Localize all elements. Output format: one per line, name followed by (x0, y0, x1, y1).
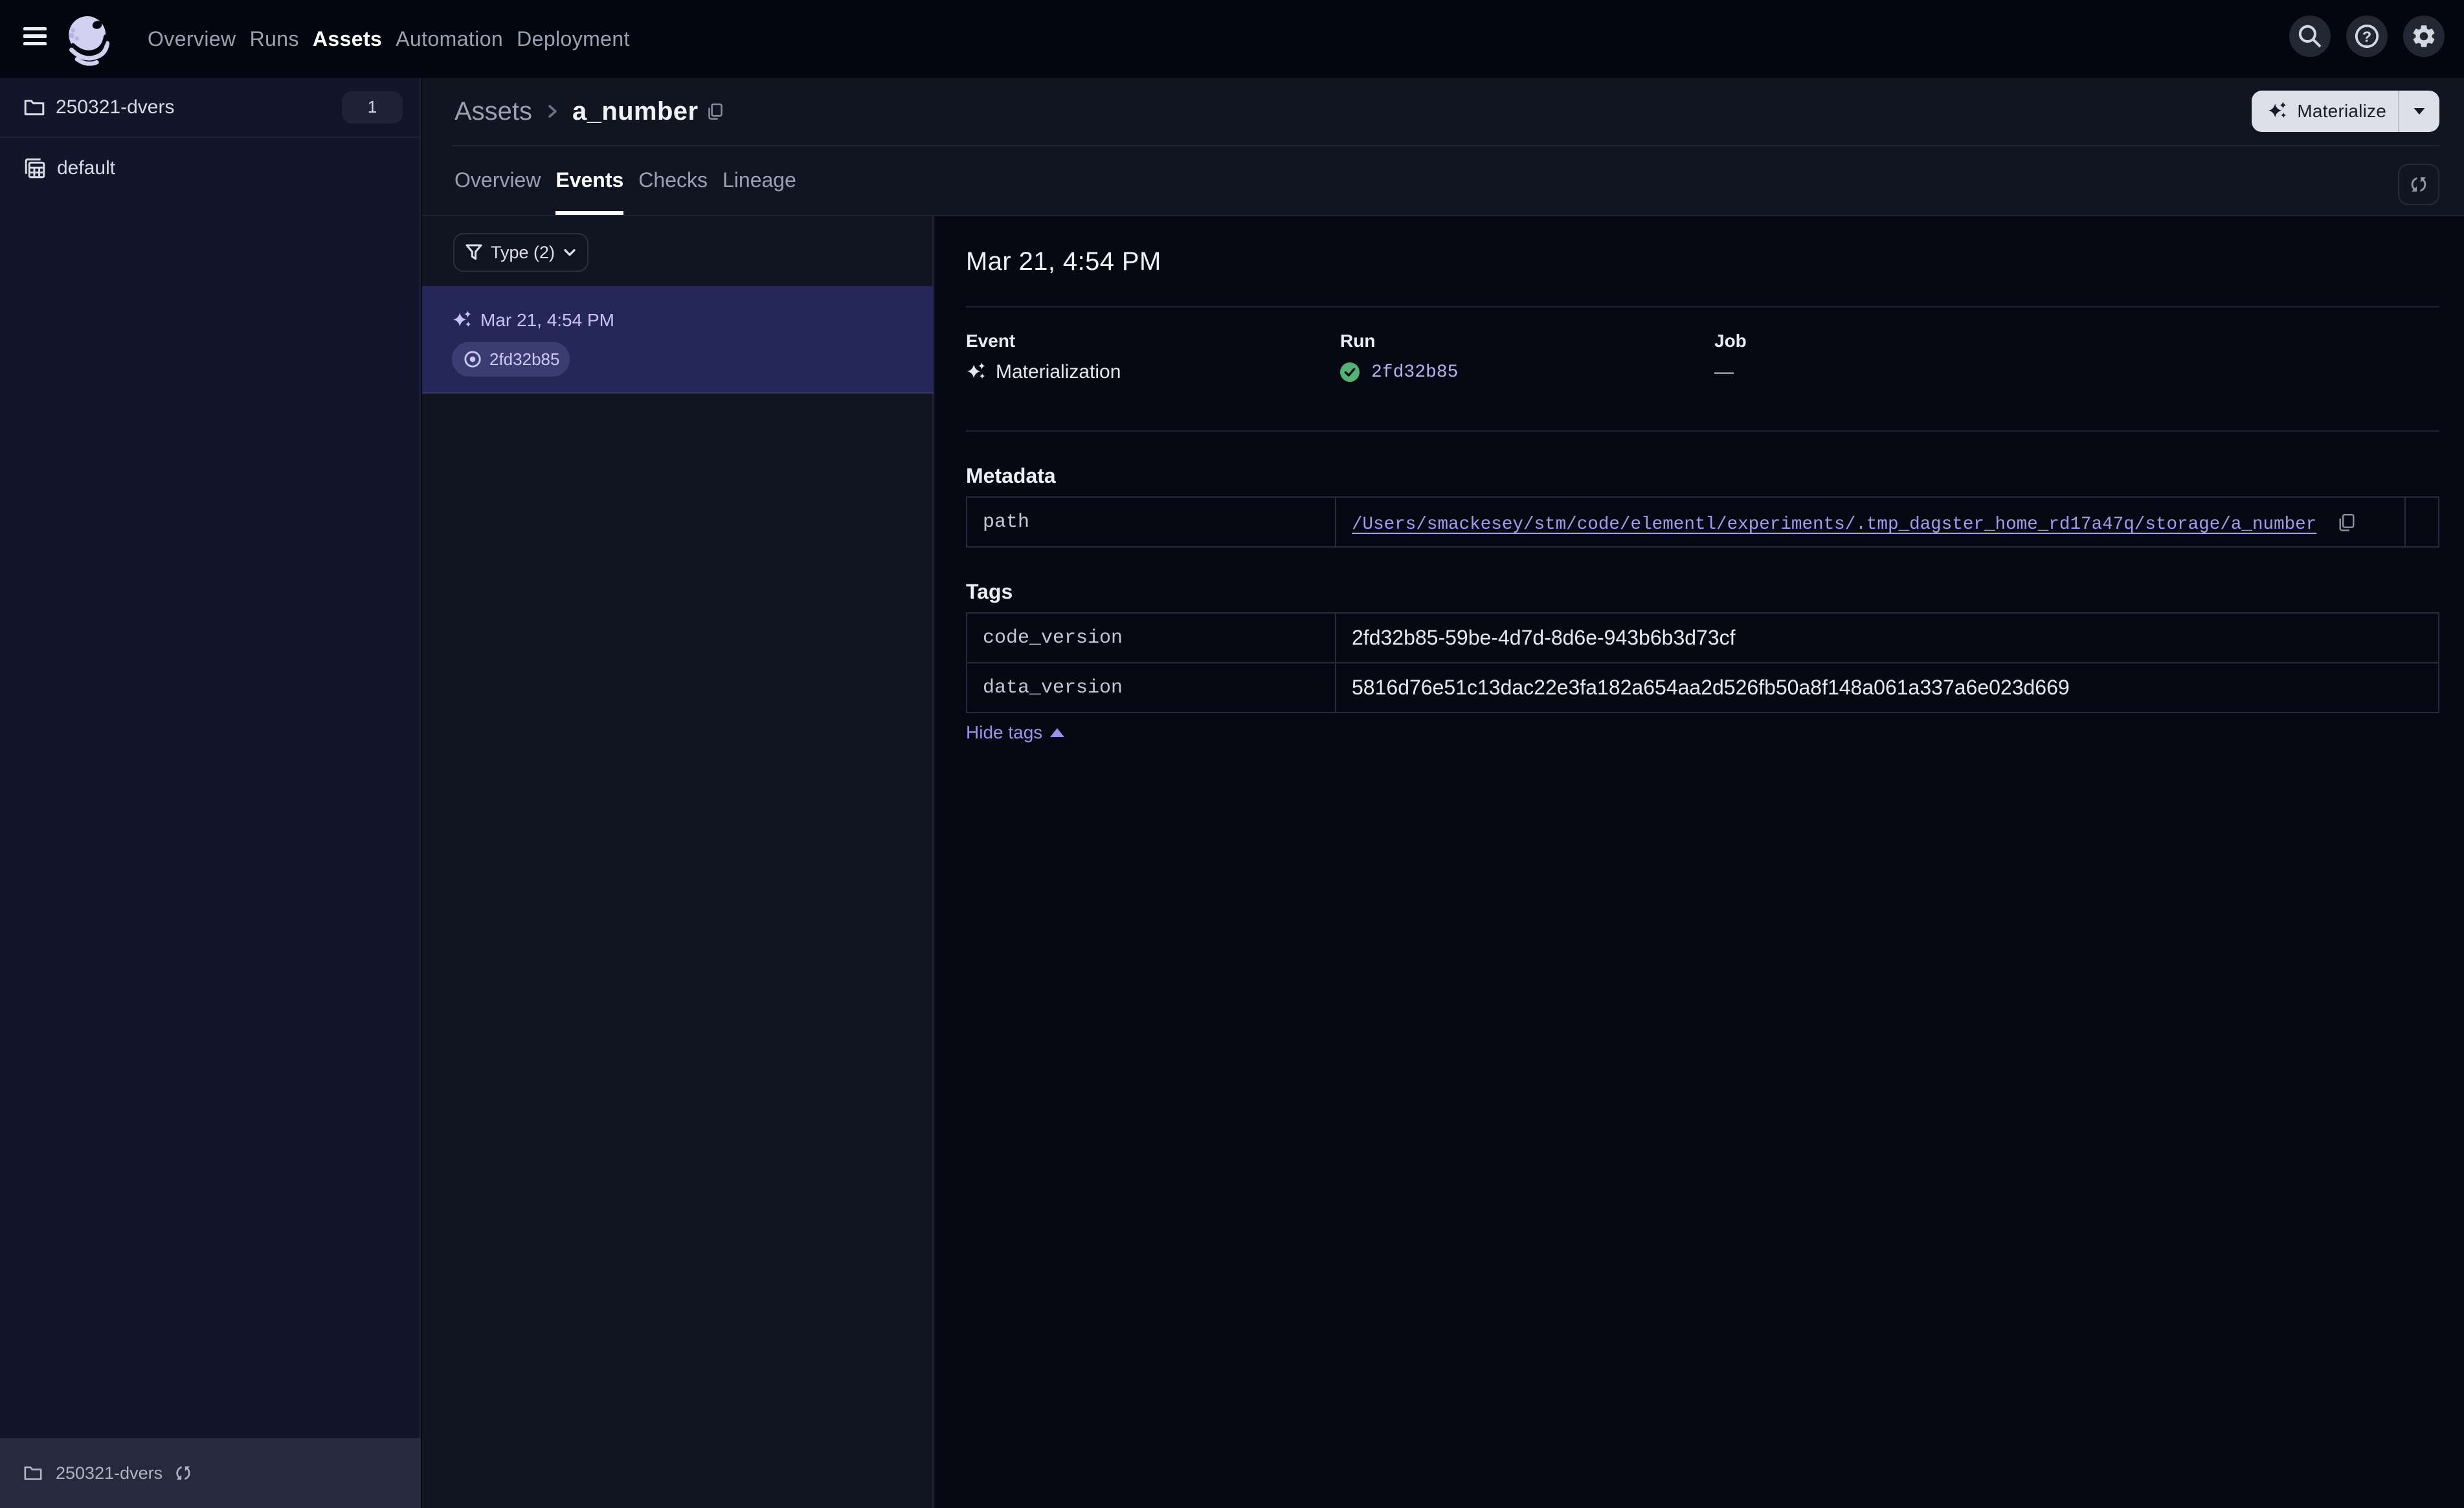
svg-text:?: ? (2362, 28, 2371, 45)
